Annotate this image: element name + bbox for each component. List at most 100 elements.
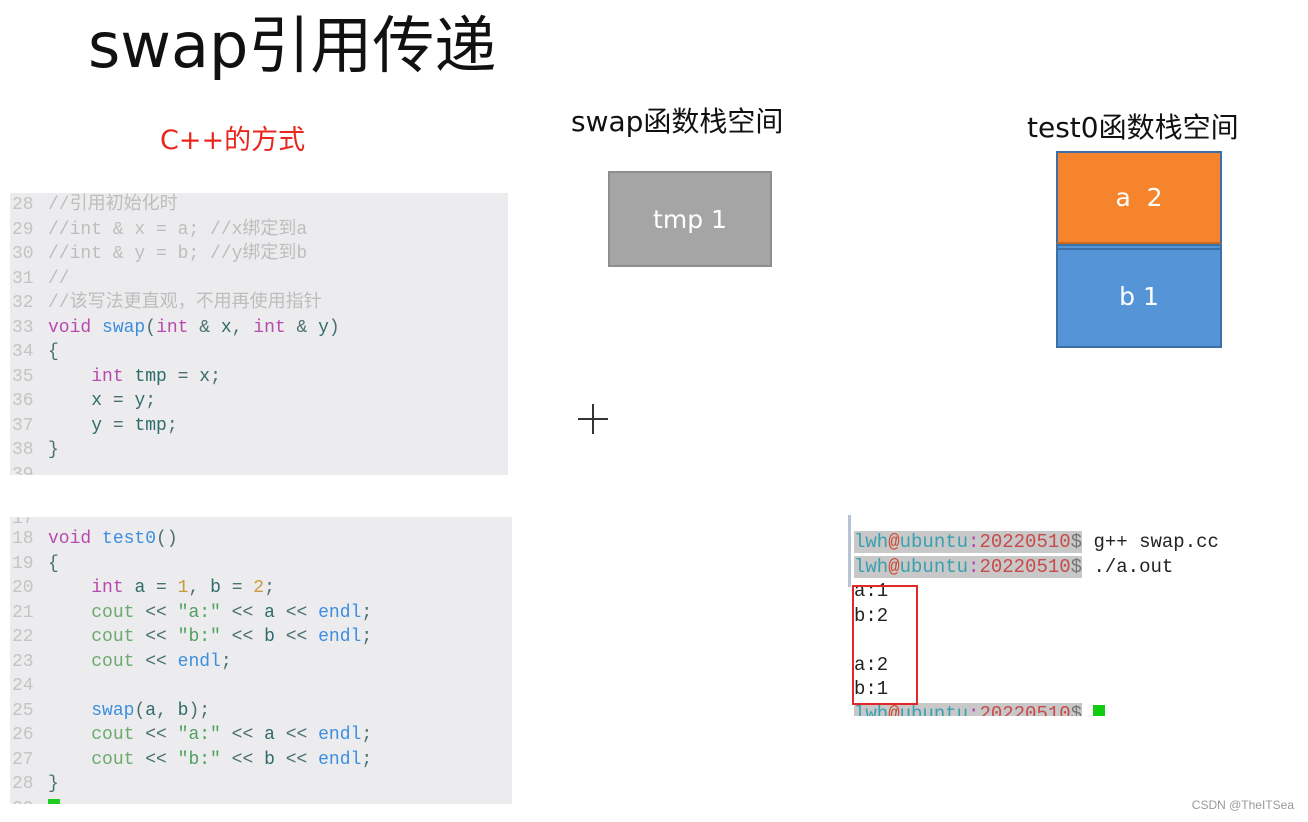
line-number: 38 <box>12 440 34 460</box>
code-line: 21 cout << "a:" << a << endl; <box>10 601 512 626</box>
code-token: void <box>48 317 92 338</box>
code-token: , <box>156 700 178 721</box>
line-number: 26 <box>12 725 34 745</box>
code-line: 23 cout << endl; <box>10 650 512 675</box>
crosshair-cursor-icon <box>578 404 608 434</box>
b-variable-label: b 1 <box>1119 281 1159 311</box>
prompt-colon: : <box>968 531 980 553</box>
line-number: 36 <box>12 391 34 411</box>
code-token: int <box>91 578 124 598</box>
code-token: () <box>156 529 178 549</box>
watermark: CSDN @TheITSea <box>1191 798 1294 812</box>
code-line: 36 x = y; <box>10 389 508 414</box>
code-token: b <box>210 578 221 598</box>
code-token: << <box>134 627 178 647</box>
code-token: ; <box>166 415 178 436</box>
code-token: "a:" <box>177 725 221 745</box>
line-number: 25 <box>12 700 34 721</box>
code-line: 22 cout << "b:" << b << endl; <box>10 625 512 650</box>
terminal-line: lwh@ubuntu:20220510$ <box>848 515 1268 530</box>
prompt-colon: : <box>968 555 980 578</box>
code-token: ; <box>361 725 373 745</box>
code-token: endl <box>318 725 362 745</box>
line-number: 17 <box>12 517 34 527</box>
code-token: ; <box>264 578 275 598</box>
code-token: } <box>48 440 59 460</box>
code-token: a <box>264 602 275 623</box>
code-token: swap <box>102 317 146 338</box>
code-token: b <box>264 627 275 647</box>
line-number: 21 <box>12 602 34 623</box>
code-line: 17 <box>10 517 512 527</box>
code-line: 26 cout << "a:" << a << endl; <box>10 723 512 748</box>
line-number: 22 <box>12 627 34 647</box>
code-token: ; <box>210 366 221 387</box>
code-token: 2 <box>253 578 265 598</box>
line-number: 24 <box>12 676 34 696</box>
code-token: } <box>48 774 59 794</box>
line-number: 23 <box>12 651 34 672</box>
code-line: 27 cout << "b:" << b << endl; <box>10 748 512 773</box>
line-number: 34 <box>12 342 34 362</box>
code-token: << <box>274 725 319 745</box>
code-token: << <box>274 749 319 770</box>
code-token: { <box>48 553 59 574</box>
code-token: cout <box>91 627 135 647</box>
code-token: tmp <box>134 366 167 387</box>
code-token: int <box>253 317 286 338</box>
code-token: // <box>48 268 70 289</box>
terminal-command: ./a.out <box>1082 555 1174 578</box>
test0-function-code: 17 18 void test0() 19{20 int a = 1, b = 2; 2… <box>10 517 512 804</box>
code-token: b <box>264 749 275 770</box>
prompt-dollar: $ <box>1070 702 1083 716</box>
code-line: 35 int tmp = x; <box>10 365 508 390</box>
prompt-dollar: $ <box>1070 555 1083 578</box>
code-line: 38} <box>10 438 508 463</box>
code-token: << <box>220 627 265 647</box>
line-number: 33 <box>12 317 34 338</box>
code-line: 30 //int & y = b; //y绑定到b <box>10 242 508 267</box>
prompt-host: ubuntu <box>899 555 969 578</box>
code-token: endl <box>318 602 362 623</box>
code-token: a <box>145 700 157 721</box>
code-token: x <box>91 391 103 411</box>
code-token: x <box>220 317 232 338</box>
prompt-at: @ <box>888 531 900 553</box>
a-variable-box: a 2 <box>1056 151 1222 244</box>
code-token: cout <box>91 725 135 745</box>
code-line: 28} <box>10 772 512 797</box>
code-token: ); <box>188 700 211 721</box>
code-token: ( <box>145 317 157 338</box>
test0-stack-title: test0函数栈空间 <box>1027 111 1239 144</box>
code-token: ) <box>328 317 340 338</box>
code-token: ; <box>220 651 232 672</box>
code-token: << <box>220 725 265 745</box>
terminal-line: lwh@ubuntu:20220510$ ./a.out <box>848 555 1268 580</box>
code-token: b <box>177 700 189 721</box>
prompt-colon: : <box>968 702 980 716</box>
slide-subtitle: C++的方式 <box>160 125 306 156</box>
code-token: x <box>199 366 211 387</box>
slide-title: swap引用传递 <box>88 9 497 82</box>
code-token: cout <box>91 651 135 672</box>
code-token: int <box>156 317 189 338</box>
code-token: ( <box>134 700 146 721</box>
line-number: 39 <box>12 464 34 475</box>
code-line: 20 int a = 1, b = 2; <box>10 576 512 601</box>
swap-stack-title: swap函数栈空间 <box>571 105 784 138</box>
code-line: 29 //int & x = a; //x绑定到a <box>10 218 508 243</box>
tmp-variable-label: tmp 1 <box>653 204 727 234</box>
prompt-dir: 20220510 <box>979 531 1071 553</box>
code-token: { <box>48 342 59 362</box>
code-line: 18 void test0() <box>10 527 512 552</box>
terminal-line: lwh@ubuntu:20220510$ g++ swap.cc <box>848 530 1268 555</box>
line-number: 30 <box>12 244 34 264</box>
